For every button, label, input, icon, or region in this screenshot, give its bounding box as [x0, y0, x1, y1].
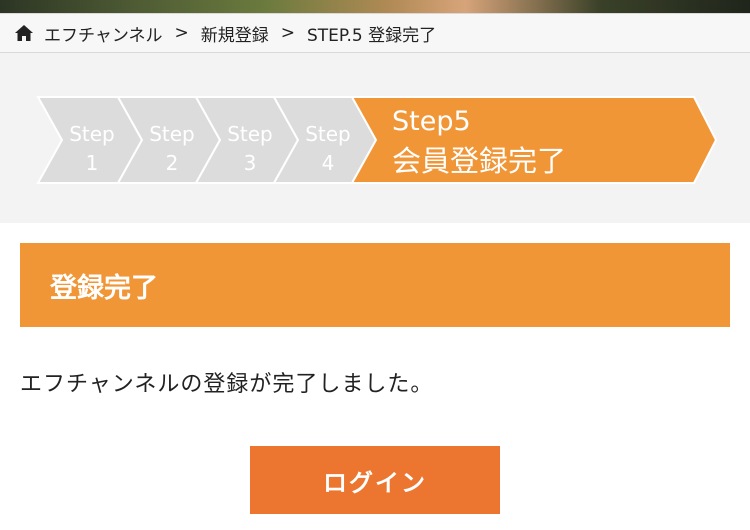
- breadcrumb-separator: >: [174, 23, 189, 43]
- breadcrumb: エフチャンネル > 新規登録 > STEP.5 登録完了: [0, 13, 750, 53]
- panel-heading-title: 登録完了: [50, 272, 158, 304]
- step-progress-svg: Step 1 Step 2 Step 3 Step 4 Step5 会員登録完了: [36, 96, 718, 184]
- breadcrumb-item-home[interactable]: エフチャンネル: [44, 21, 163, 46]
- step-4-number: 4: [322, 151, 335, 175]
- home-icon[interactable]: [14, 24, 34, 42]
- step-2-number: 2: [166, 151, 179, 175]
- breadcrumb-item-register[interactable]: 新規登録: [201, 21, 269, 46]
- breadcrumb-separator: >: [280, 23, 295, 43]
- header-photo-strip: [0, 0, 750, 13]
- login-button[interactable]: ログイン: [250, 446, 500, 514]
- breadcrumb-item-current: STEP.5 登録完了: [307, 25, 437, 46]
- step-progress: Step 1 Step 2 Step 3 Step 4 Step5 会員登録完了: [0, 53, 750, 223]
- step-1-number: 1: [86, 151, 99, 175]
- step-3-number: 3: [244, 151, 257, 175]
- step-1-label: Step: [69, 122, 115, 146]
- panel-heading: 登録完了: [20, 243, 730, 327]
- completion-message: エフチャンネルの登録が完了しました。: [20, 372, 434, 397]
- step-2-label: Step: [149, 122, 195, 146]
- step-4-label: Step: [305, 122, 351, 146]
- step-3-label: Step: [227, 122, 273, 146]
- step-5-label: Step5: [392, 106, 471, 137]
- step-5-title: 会員登録完了: [392, 144, 566, 178]
- step-5-current: Step5 会員登録完了: [350, 96, 718, 184]
